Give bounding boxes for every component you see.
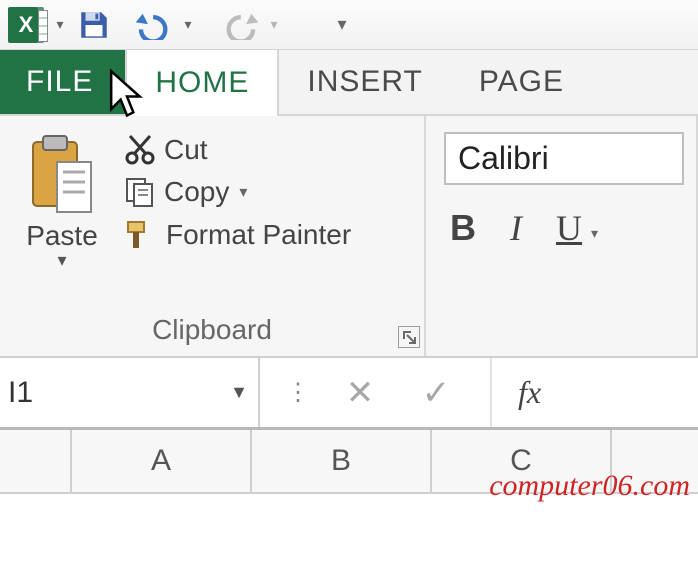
bold-button[interactable]: B — [450, 207, 476, 249]
column-header[interactable]: A — [72, 430, 252, 492]
scissors-icon — [124, 134, 156, 166]
tab-file[interactable]: FILE — [0, 50, 125, 114]
undo-dropdown-icon[interactable]: ▾ — [176, 16, 200, 33]
copy-dropdown-icon[interactable]: ▾ — [239, 182, 247, 202]
tab-home[interactable]: HOME — [125, 50, 279, 116]
formula-bar-row: I1 ▼ ⋮ ✕ ✓ fx — [0, 358, 698, 430]
paste-dropdown-icon[interactable]: ▾ — [57, 250, 66, 271]
redo-icon[interactable] — [220, 5, 260, 45]
paintbrush-icon — [124, 218, 158, 252]
grip-icon: ⋮ — [286, 378, 312, 407]
undo-icon[interactable] — [134, 5, 174, 45]
qat-dropdown-icon[interactable]: ▾ — [48, 16, 72, 33]
redo-dropdown-icon[interactable]: ▾ — [262, 16, 286, 33]
column-header[interactable]: B — [252, 430, 432, 492]
clipboard-launcher-icon[interactable] — [398, 326, 420, 348]
customize-qat-icon[interactable]: ▾ — [330, 14, 354, 35]
paste-button[interactable]: Paste ▾ — [12, 124, 112, 314]
underline-dropdown-icon[interactable]: ▾ — [591, 226, 598, 243]
group-clipboard: Paste ▾ Cut — [0, 116, 426, 356]
insert-function-button[interactable]: fx — [492, 374, 541, 411]
group-label-clipboard: Clipboard — [12, 314, 412, 352]
group-font: Calibri B I U ▾ — [426, 116, 698, 356]
underline-button[interactable]: U ▾ — [556, 207, 582, 249]
font-name-select[interactable]: Calibri — [444, 132, 684, 185]
save-icon[interactable] — [74, 5, 114, 45]
quick-access-toolbar: X ▾ ▾ ▾ ▾ — [0, 0, 698, 50]
ribbon-tabs: FILE HOME INSERT PAGE — [0, 50, 698, 116]
enter-formula-button[interactable]: ✓ — [408, 373, 464, 413]
paste-icon — [27, 132, 97, 218]
name-box-dropdown-icon[interactable]: ▼ — [230, 382, 248, 403]
tab-page-layout[interactable]: PAGE — [451, 50, 592, 114]
name-box[interactable]: I1 ▼ — [0, 358, 260, 427]
cut-button[interactable]: Cut — [120, 132, 412, 168]
copy-icon — [124, 176, 156, 208]
watermark: computer06.com — [489, 469, 690, 503]
format-painter-button[interactable]: Format Painter — [120, 216, 412, 254]
select-all-corner[interactable] — [0, 430, 72, 492]
ribbon-home: Paste ▾ Cut — [0, 116, 698, 358]
excel-logo: X — [6, 5, 46, 45]
italic-button[interactable]: I — [510, 207, 522, 249]
copy-button[interactable]: Copy ▾ — [120, 174, 412, 210]
cancel-formula-button[interactable]: ✕ — [332, 373, 388, 413]
tab-insert[interactable]: INSERT — [279, 50, 450, 114]
